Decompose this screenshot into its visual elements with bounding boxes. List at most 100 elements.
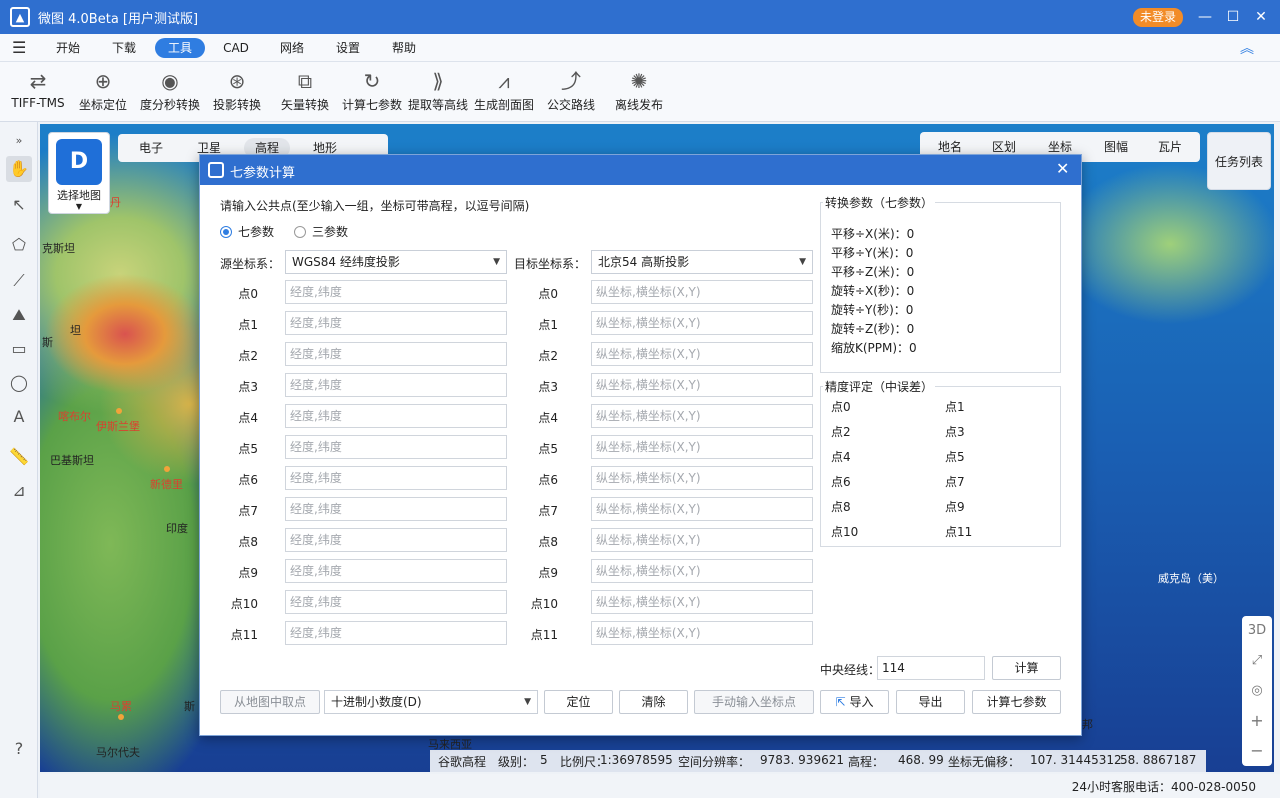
source-crs-select[interactable]: WGS84 经纬度投影 ▼ [285, 250, 507, 274]
menu-start[interactable]: 开始 [46, 38, 90, 58]
accuracy-group: 精度评定（中误差） 点0 点1 点2 点3 点4 点5 点6 点7 点8 点9 … [820, 378, 1061, 547]
target-point-input[interactable] [591, 528, 813, 552]
source-point-input[interactable] [285, 497, 507, 521]
tool-seven-param[interactable]: ↻ 计算七参数 [340, 66, 404, 120]
coordinate-format-select[interactable]: 十进制小数度(D) ▼ [324, 690, 538, 714]
status-source: 谷歌高程 [438, 755, 487, 769]
source-point-input[interactable] [285, 342, 507, 366]
target-crs-select[interactable]: 北京54 高斯投影 ▼ [591, 250, 813, 274]
tool-label: 度分秒转换 [139, 98, 200, 112]
tool-dms-convert[interactable]: ◉ 度分秒转换 [138, 66, 202, 120]
source-point-input[interactable] [285, 590, 507, 614]
radio-three-param[interactable]: 三参数 [294, 223, 348, 240]
map-label: 喀布尔 [58, 410, 91, 423]
help-icon[interactable]: ? [6, 736, 32, 762]
radio-unchecked-icon [294, 225, 306, 238]
measure-area-icon[interactable]: ⊿ [6, 478, 32, 504]
menu-network[interactable]: 网络 [270, 38, 314, 58]
source-point-input[interactable] [285, 404, 507, 428]
map-source-picker[interactable]: D 选择地图 ▼ [48, 132, 110, 214]
tool-label: 计算七参数 [341, 98, 402, 112]
zoom-in-icon[interactable]: + [1242, 706, 1272, 736]
target-point-input[interactable] [591, 435, 813, 459]
target-point-input[interactable] [591, 342, 813, 366]
view-3d-button[interactable]: 3D [1242, 616, 1272, 646]
fullscreen-icon[interactable]: ⤢ [1242, 646, 1272, 676]
draw-polygon-icon[interactable]: ⬠ [6, 232, 32, 258]
source-point-input[interactable] [285, 311, 507, 335]
draw-circle-icon[interactable]: ◯ [6, 370, 32, 396]
menu-help[interactable]: 帮助 [382, 38, 426, 58]
target-point-input[interactable] [591, 311, 813, 335]
draw-rectangle-icon[interactable]: ▭ [6, 336, 32, 362]
locate-button[interactable]: 定位 [544, 690, 613, 714]
compute-seven-param-button[interactable]: 计算七参数 [972, 690, 1061, 714]
radio-seven-param[interactable]: 七参数 [220, 223, 274, 240]
task-list-button[interactable]: 任务列表 [1207, 132, 1271, 190]
tool-coordinate-locate[interactable]: ⊕ 坐标定位 [74, 66, 132, 120]
select-arrow-icon[interactable]: ↖ [6, 192, 32, 218]
source-crs-value: WGS84 经纬度投影 [292, 255, 400, 269]
draw-line-icon[interactable]: ⟋ [6, 268, 32, 294]
target-point-input[interactable] [591, 621, 813, 645]
target-point-input[interactable] [591, 280, 813, 304]
source-point-label: 点9 [238, 566, 258, 580]
app-logo-icon: ▲ [10, 7, 30, 27]
dialog-close-icon[interactable]: ✕ [1056, 159, 1069, 178]
hamburger-icon[interactable]: ☰ [12, 38, 26, 57]
pan-hand-icon[interactable]: ✋ [6, 156, 32, 182]
layer-tab-sheet[interactable]: 图幅 [1094, 138, 1138, 156]
calculate-button[interactable]: 计算 [992, 656, 1061, 680]
collapse-ribbon-icon[interactable]: ︽ [1240, 38, 1254, 58]
layer-tab-tile[interactable]: 瓦片 [1148, 138, 1192, 156]
export-button[interactable]: 导出 [896, 690, 965, 714]
minimize-icon[interactable]: — [1194, 6, 1216, 28]
target-point-input[interactable] [591, 373, 813, 397]
menu-tools[interactable]: 工具 [155, 38, 205, 58]
profile-chart-icon: ⩘ [498, 69, 510, 93]
target-point-input[interactable] [591, 497, 813, 521]
target-point-input[interactable] [591, 404, 813, 428]
tool-projection-convert[interactable]: ⊛ 投影转换 [208, 66, 266, 120]
expand-panel-icon[interactable]: » [6, 128, 32, 154]
source-point-input[interactable] [285, 373, 507, 397]
source-point-label: 点11 [230, 628, 258, 642]
central-meridian-input[interactable] [877, 656, 985, 680]
source-point-input[interactable] [285, 559, 507, 583]
maximize-icon[interactable]: ☐ [1222, 6, 1244, 28]
import-button[interactable]: ⇱ 导入 [820, 690, 889, 714]
locate-icon[interactable]: ◎ [1242, 676, 1272, 706]
close-icon[interactable]: ✕ [1250, 6, 1272, 28]
measure-ruler-icon[interactable]: 📏 [6, 444, 32, 470]
target-point-input[interactable] [591, 559, 813, 583]
coordinate-format-value: 十进制小数度(D) [331, 695, 422, 709]
clear-button[interactable]: 清除 [619, 690, 688, 714]
target-point-label: 点11 [530, 628, 558, 642]
params-title: 转换参数（七参数） [823, 194, 936, 211]
source-point-input[interactable] [285, 621, 507, 645]
menu-settings[interactable]: 设置 [326, 38, 370, 58]
target-point-input[interactable] [591, 466, 813, 490]
source-point-input[interactable] [285, 528, 507, 552]
tool-vector-convert[interactable]: ⧉ 矢量转换 [276, 66, 334, 120]
login-button[interactable]: 未登录 [1133, 8, 1183, 27]
tool-offline-publish[interactable]: ✺ 离线发布 [610, 66, 668, 120]
source-point-input[interactable] [285, 435, 507, 459]
draw-area-icon[interactable]: ⛰ [6, 302, 32, 328]
zoom-out-icon[interactable]: − [1242, 736, 1272, 766]
tool-contour-extract[interactable]: ⟫ 提取等高线 [406, 66, 470, 120]
menu-download[interactable]: 下载 [102, 38, 146, 58]
map-tab-electronic[interactable]: 电子 [128, 138, 174, 158]
manual-input-button[interactable]: 手动输入坐标点 [694, 690, 814, 714]
bus-route-icon: ⤴ [561, 69, 581, 93]
add-text-icon[interactable]: A [6, 404, 32, 430]
param-tz: 平移÷Z(米)：0 [831, 265, 915, 279]
tool-tiff-tms[interactable]: ⇄ TIFF-TMS [8, 66, 68, 120]
tool-profile-chart[interactable]: ⩘ 生成剖面图 [472, 66, 536, 120]
target-point-input[interactable] [591, 590, 813, 614]
source-point-input[interactable] [285, 280, 507, 304]
source-point-input[interactable] [285, 466, 507, 490]
pick-from-map-button[interactable]: 从地图中取点 [220, 690, 320, 714]
tool-bus-route[interactable]: ⤴ 公交路线 [542, 66, 600, 120]
menu-cad[interactable]: CAD [214, 38, 258, 58]
